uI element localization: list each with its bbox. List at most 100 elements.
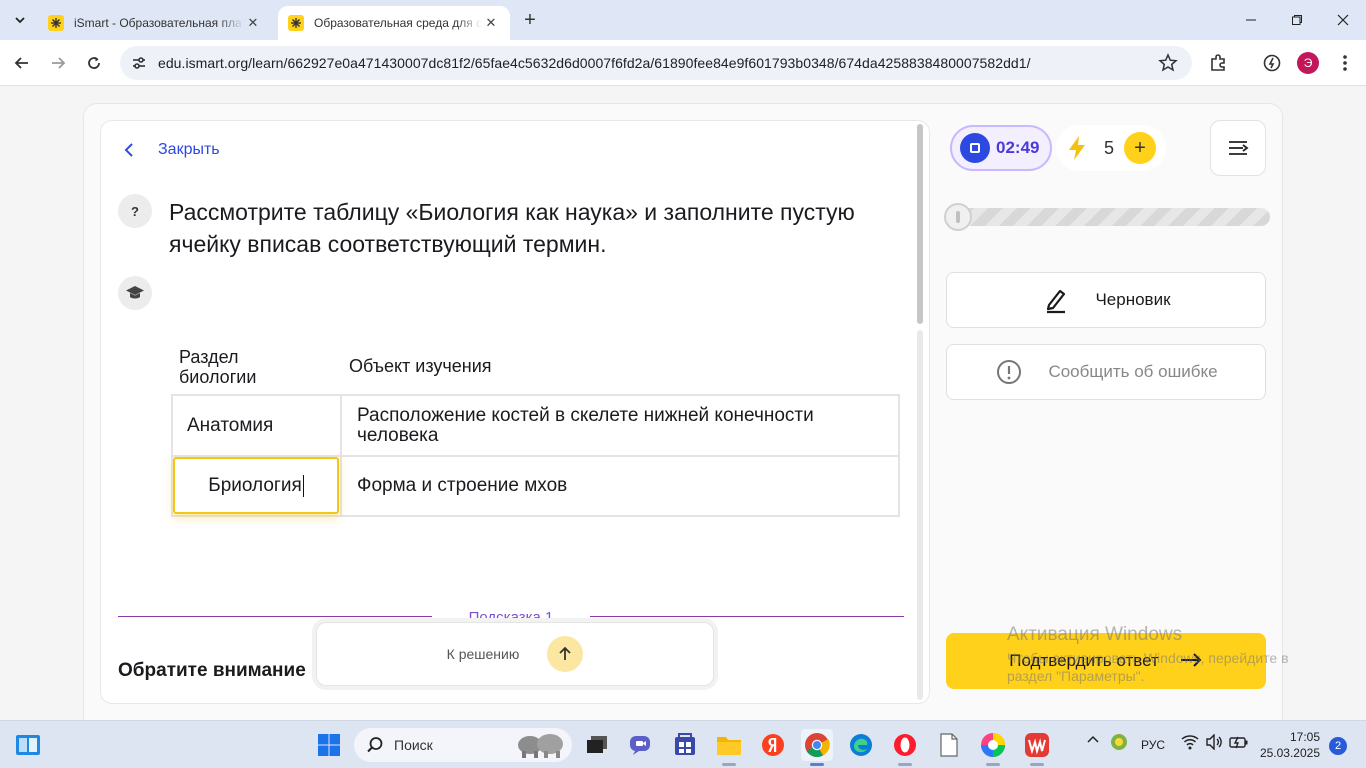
restore-icon [1292, 15, 1302, 25]
question-text: Рассмотрите таблицу «Биология как наука»… [169, 199, 855, 257]
volume-button[interactable] [1205, 733, 1223, 753]
ismart-favicon-icon [48, 15, 64, 31]
widgets-icon [16, 735, 40, 755]
menu-collapse-icon [1229, 141, 1249, 155]
folder-icon [717, 737, 741, 755]
reload-button[interactable] [80, 49, 108, 77]
battery-button[interactable] [1229, 734, 1249, 753]
add-energy-button[interactable]: + [1124, 132, 1156, 164]
arrow-left-icon [14, 57, 28, 69]
arrow-up-icon [547, 636, 584, 672]
table-header-section: Раздел биологии [179, 347, 257, 387]
search-icon [367, 737, 383, 753]
topic-button[interactable] [118, 276, 152, 310]
windows-taskbar: Поиск РУС 17:05 25.03.2025 2 [0, 720, 1366, 768]
notepad-button[interactable] [933, 729, 965, 761]
reload-icon [88, 57, 100, 69]
yandex-button[interactable] [757, 729, 789, 761]
notification-badge[interactable]: 2 [1329, 737, 1347, 755]
opera-icon [894, 734, 916, 756]
scrollbar-track[interactable] [917, 330, 923, 700]
back-button[interactable] [8, 49, 36, 77]
start-button[interactable] [313, 729, 345, 761]
site-settings-icon[interactable] [130, 54, 148, 72]
yandex-icon [762, 734, 784, 756]
new-tab-button[interactable]: + [518, 8, 542, 32]
energy-value: 5 [1104, 137, 1115, 158]
answer-input[interactable]: Бриология [173, 457, 339, 514]
close-icon[interactable]: ✕ [482, 14, 500, 32]
draft-label: Черновик [1095, 290, 1171, 309]
progress-knob [944, 203, 972, 231]
to-solution-button[interactable]: К решению [316, 622, 714, 686]
browser-tab-learn[interactable]: Образовательная среда для саморазвития ✕ [278, 6, 510, 40]
language-indicator[interactable]: РУС [1141, 738, 1165, 752]
restore-button[interactable] [1274, 0, 1320, 40]
color-app-button[interactable] [977, 729, 1009, 761]
office-button[interactable] [1021, 729, 1053, 761]
arrow-right-icon [52, 57, 66, 69]
close-lesson-link[interactable]: Закрыть [118, 138, 220, 162]
teams-chat-button[interactable] [625, 729, 657, 761]
store-button[interactable] [669, 729, 701, 761]
store-icon [675, 733, 695, 755]
chrome-icon [805, 733, 830, 758]
lesson-menu-button[interactable] [1210, 120, 1266, 176]
extensions-button[interactable] [1207, 52, 1229, 74]
close-icon[interactable]: ✕ [244, 14, 262, 32]
chrome-button[interactable] [801, 729, 833, 761]
tray-app-icon [1111, 734, 1127, 750]
browser-tab-ismart[interactable]: iSmart - Образовательная платформа ✕ [38, 6, 272, 40]
edge-button[interactable] [845, 729, 877, 761]
submit-label: Подтвердить ответ [1009, 651, 1159, 670]
opera-button[interactable] [889, 729, 921, 761]
chat-icon [630, 736, 650, 755]
running-indicator [722, 763, 736, 766]
bookmark-star-icon[interactable] [1158, 53, 1178, 73]
close-label: Закрыть [158, 141, 220, 158]
hint-divider [118, 616, 432, 617]
chevron-up-icon [1087, 735, 1099, 743]
tray-app-button[interactable] [1110, 733, 1128, 754]
taskbar-clock[interactable]: 17:05 25.03.2025 [1258, 729, 1320, 761]
file-explorer-button[interactable] [713, 729, 745, 761]
scrollbar-thumb[interactable] [917, 124, 923, 324]
task-view-icon [587, 736, 607, 753]
question-badge: ? [118, 194, 152, 228]
wifi-button[interactable] [1181, 734, 1199, 753]
taskbar-search[interactable]: Поиск [354, 728, 572, 762]
report-error-label: Сообщить об ошибке [1048, 362, 1218, 381]
performance-button[interactable] [1261, 52, 1283, 74]
battery-icon [1229, 736, 1248, 749]
alert-circle-icon [994, 357, 1024, 387]
wifi-icon [1181, 735, 1199, 750]
progress-bar [944, 203, 1270, 231]
table-header-object: Объект изучения [349, 356, 492, 376]
forward-button[interactable] [44, 49, 72, 77]
widgets-button[interactable] [12, 729, 44, 761]
tab-title: iSmart - Образовательная платформа [74, 16, 244, 30]
tab-search-button[interactable] [6, 6, 34, 34]
task-view-button[interactable] [581, 729, 613, 761]
profile-avatar[interactable]: Э [1297, 52, 1319, 74]
windows-logo-icon [318, 734, 340, 756]
energy-counter: 5 + [1056, 125, 1166, 171]
submit-answer-button[interactable]: Подтвердить ответ [946, 633, 1266, 689]
minimize-button[interactable] [1228, 0, 1274, 40]
minimize-icon [1246, 19, 1256, 21]
timer[interactable]: 02:49 [950, 125, 1052, 171]
arrow-right-icon [1179, 648, 1203, 674]
ismart-favicon-icon [288, 15, 304, 31]
clock-time: 17:05 [1289, 730, 1320, 744]
show-hidden-icons-button[interactable] [1086, 733, 1100, 750]
stop-icon[interactable] [960, 133, 990, 163]
address-bar[interactable]: edu.ismart.org/learn/662927e0a471430007d… [120, 46, 1192, 80]
report-error-button[interactable]: Сообщить об ошибке [946, 344, 1266, 400]
close-window-button[interactable] [1320, 0, 1366, 40]
hint-text: Обратите внимание [118, 660, 306, 681]
browser-menu-button[interactable] [1334, 52, 1356, 74]
running-indicator [898, 763, 912, 766]
draft-button[interactable]: Черновик [946, 272, 1266, 328]
edge-icon [850, 734, 872, 756]
running-indicator [1030, 763, 1044, 766]
